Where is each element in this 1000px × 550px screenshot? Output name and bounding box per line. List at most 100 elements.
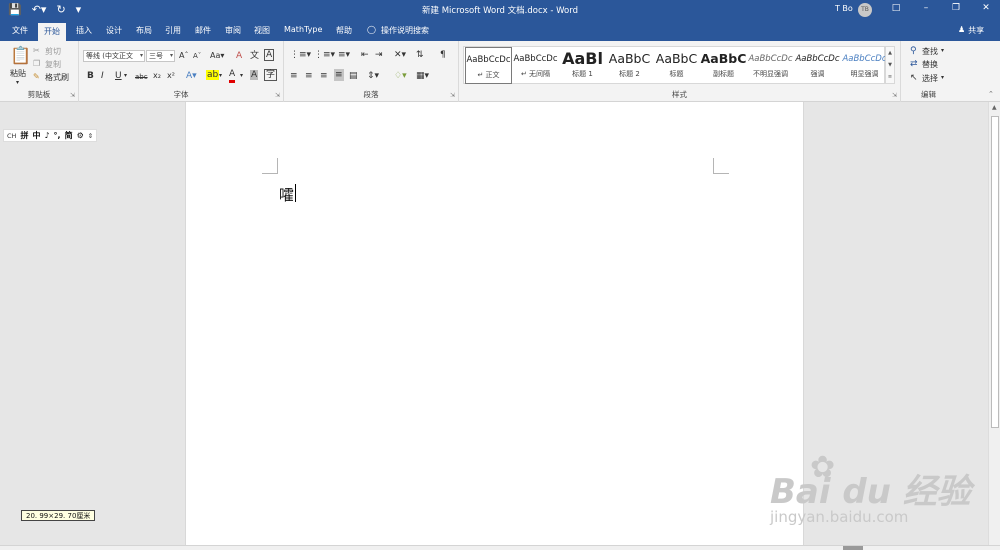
minimize-icon[interactable]: – — [916, 3, 936, 13]
tab-review[interactable]: 审阅 — [225, 25, 241, 36]
avatar[interactable]: TB — [858, 3, 872, 17]
distributed-icon[interactable]: ▤ — [349, 70, 358, 82]
tab-mailings[interactable]: 邮件 — [195, 25, 211, 36]
style-emphasis[interactable]: AaBbCcDc 强调 — [794, 47, 841, 84]
ime-mode[interactable]: CH — [7, 132, 16, 140]
margin-marker-left — [262, 158, 278, 174]
ime-chinese-icon[interactable]: 中 — [32, 130, 40, 141]
clear-formatting-icon[interactable]: A — [236, 50, 242, 62]
sort-icon[interactable]: ⇅ — [416, 49, 424, 61]
show-marks-icon[interactable]: ¶ — [440, 49, 446, 61]
superscript-icon[interactable]: x² — [167, 70, 175, 82]
ime-punctuation-icon[interactable]: °, — [54, 131, 61, 140]
clipboard-launcher-icon[interactable]: ⇲ — [70, 92, 75, 99]
align-left-icon[interactable]: ≡ — [290, 70, 298, 82]
chevron-down-icon[interactable]: ▾ — [941, 45, 944, 57]
highlight-icon[interactable]: ab — [206, 70, 220, 80]
subscript-icon[interactable]: x₂ — [153, 70, 161, 82]
tab-layout[interactable]: 布局 — [136, 25, 152, 36]
phonetic-guide-icon[interactable]: 文 — [250, 50, 259, 62]
italic-icon[interactable]: I — [101, 70, 104, 82]
style-heading-2[interactable]: AaBbC 标题 2 — [606, 47, 653, 84]
decrease-indent-icon[interactable]: ⇤ — [361, 49, 369, 61]
highlight-dropdown-icon[interactable]: ▾ — [219, 70, 222, 82]
tab-help[interactable]: 帮助 — [336, 25, 352, 36]
align-center-icon[interactable]: ≡ — [305, 70, 313, 82]
tab-file[interactable]: 文件 — [12, 25, 28, 36]
enclose-characters-icon[interactable]: A — [264, 49, 275, 61]
align-right-icon[interactable]: ≡ — [320, 70, 328, 82]
tab-view[interactable]: 视图 — [254, 25, 270, 36]
style-intense-emphasis[interactable]: AaBbCcDc 明显强调 — [841, 47, 888, 84]
document-text[interactable]: 嚯 — [279, 184, 294, 205]
justify-icon[interactable]: ≡ — [334, 69, 344, 81]
replace-button[interactable]: 替换 — [922, 59, 938, 70]
ime-toolbar[interactable]: CH 拼 中 ♪ °, 简 ⚙ ⇕ — [3, 129, 98, 142]
borders-icon[interactable]: ▦▾ — [416, 70, 429, 82]
styles-gallery-scroll[interactable]: ▲ ▼ ≡ — [885, 46, 895, 84]
bold-icon[interactable]: B — [87, 70, 94, 82]
tab-references[interactable]: 引用 — [165, 25, 181, 36]
increase-indent-icon[interactable]: ⇥ — [375, 49, 383, 61]
chevron-down-icon[interactable]: ▾ — [941, 72, 944, 84]
style-title[interactable]: AaBbC 标题 — [653, 47, 700, 84]
tab-mathtype[interactable]: MathType — [284, 25, 322, 34]
font-color-icon[interactable]: A — [229, 68, 236, 83]
paste-dropdown-icon[interactable]: ▾ — [16, 79, 19, 86]
document-page[interactable] — [185, 102, 804, 545]
paste-button[interactable]: 粘贴 — [10, 68, 26, 79]
ime-simplified-icon[interactable]: 简 — [65, 130, 73, 141]
tab-insert[interactable]: 插入 — [76, 25, 92, 36]
font-name-dropdown[interactable]: 等线 (中文正文 ▾ — [83, 50, 145, 62]
style-subtle-emphasis[interactable]: AaBbCcDc 不明显强调 — [747, 47, 794, 84]
font-color-dropdown-icon[interactable]: ▾ — [240, 70, 243, 82]
select-button[interactable]: 选择 — [922, 73, 938, 84]
style-normal[interactable]: AaBbCcDc ↵ 正文 — [465, 47, 512, 84]
paste-icon[interactable]: 📋 — [10, 46, 31, 66]
chinese-layout-icon[interactable]: ✕▾ — [394, 49, 406, 61]
collapse-ribbon-icon[interactable]: ⌃ — [988, 88, 994, 100]
format-painter-button[interactable]: 格式刷 — [45, 72, 69, 83]
font-launcher-icon[interactable]: ⇲ — [275, 92, 280, 99]
underline-icon[interactable]: U — [115, 70, 122, 82]
underline-dropdown-icon[interactable]: ▾ — [124, 70, 127, 82]
line-spacing-icon[interactable]: ⇕▾ — [367, 70, 379, 82]
ime-settings-icon[interactable]: ⚙ — [77, 131, 84, 140]
shrink-font-icon[interactable]: Aˇ — [193, 50, 201, 62]
user-name[interactable]: T Bo — [835, 4, 853, 13]
style-sample: AaBbC — [608, 51, 651, 66]
ribbon-display-options-icon[interactable]: □ — [886, 3, 906, 13]
bullets-icon[interactable]: ⋮≡▾ — [290, 49, 311, 61]
numbering-icon[interactable]: ⋮≡▾ — [314, 49, 335, 61]
shading-icon[interactable]: ♢▾ — [394, 70, 407, 82]
character-shading-icon[interactable]: A — [250, 70, 259, 80]
tab-design[interactable]: 设计 — [106, 25, 122, 36]
change-case-icon[interactable]: Aa▾ — [210, 50, 224, 62]
grow-font-icon[interactable]: Aˆ — [179, 50, 188, 62]
style-heading-1[interactable]: AaBl 标题 1 — [559, 47, 606, 84]
styles-launcher-icon[interactable]: ⇲ — [892, 92, 897, 99]
tab-home[interactable]: 开始 — [38, 23, 66, 41]
strikethrough-icon[interactable]: abc — [135, 71, 148, 83]
multilevel-list-icon[interactable]: ≡▾ — [338, 49, 350, 61]
find-button[interactable]: 查找 — [922, 46, 938, 57]
tell-me-search[interactable]: ◯ 操作说明搜索 — [367, 25, 429, 36]
scrollbar-thumb[interactable] — [991, 116, 999, 428]
scroll-up-icon[interactable]: ▲ — [992, 104, 997, 111]
ime-pinyin-icon[interactable]: 拼 — [20, 130, 28, 141]
vertical-scrollbar[interactable]: ▲ — [988, 102, 1000, 545]
ime-more-icon[interactable]: ⇕ — [88, 132, 93, 140]
copy-button[interactable]: 复制 — [45, 59, 61, 70]
share-button[interactable]: ♟ 共享 — [958, 25, 984, 36]
ime-moon-icon[interactable]: ♪ — [44, 131, 49, 140]
style-subtitle[interactable]: AaBbC 副标题 — [700, 47, 747, 84]
close-icon[interactable]: ✕ — [976, 3, 996, 13]
text-effects-icon[interactable]: A▾ — [186, 70, 197, 82]
cut-button[interactable]: 剪切 — [45, 46, 61, 57]
style-no-spacing[interactable]: AaBbCcDc ↵ 无间隔 — [512, 47, 559, 84]
restore-icon[interactable]: ❐ — [946, 3, 966, 13]
font-size-dropdown[interactable]: 三号 ▾ — [146, 50, 175, 62]
font-group-label: 字体 — [173, 90, 189, 99]
paragraph-launcher-icon[interactable]: ⇲ — [450, 92, 455, 99]
character-border-icon[interactable]: 字 — [264, 69, 278, 81]
